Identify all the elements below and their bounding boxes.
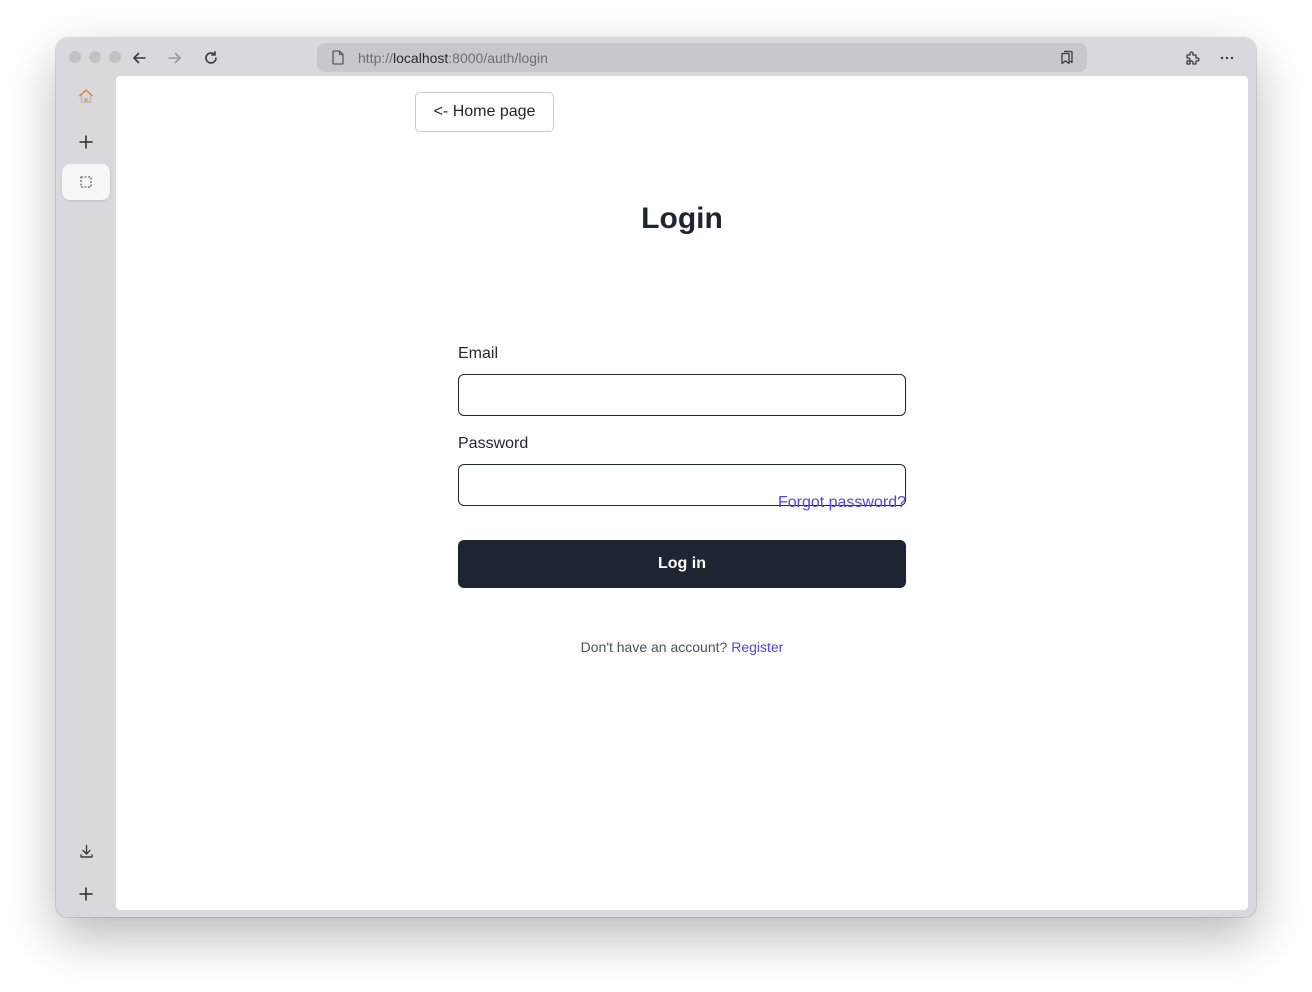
more-icon <box>1220 56 1234 60</box>
sidebar-home-button[interactable] <box>62 78 110 114</box>
sidebar-tab-active[interactable] <box>62 164 110 200</box>
email-label: Email <box>458 345 499 362</box>
back-button[interactable] <box>127 46 151 70</box>
sidebar-new-tab-button[interactable] <box>62 124 110 160</box>
url-path: :8000/auth/login <box>448 50 548 66</box>
plus-icon <box>79 887 93 901</box>
url-prefix: http:// <box>358 50 394 66</box>
home-icon <box>79 89 93 103</box>
forgot-password-link[interactable]: Forgot password? <box>778 494 906 512</box>
url-host: localhost <box>393 50 449 66</box>
email-input[interactable] <box>458 374 906 416</box>
url-text: http://localhost:8000/auth/login <box>358 50 548 66</box>
sidebar-add-button[interactable] <box>62 876 110 912</box>
password-label: Password <box>458 435 529 452</box>
close-window-button[interactable] <box>69 51 81 63</box>
download-icon <box>79 844 93 858</box>
browser-toolbar: http://localhost:8000/auth/login <box>56 38 1256 76</box>
arrow-left-icon <box>133 52 146 64</box>
puzzle-icon <box>1185 50 1200 65</box>
browser-window: http://localhost:8000/auth/login <- Home… <box>56 38 1256 917</box>
home-page-button[interactable]: <- Home page <box>415 92 554 132</box>
address-bar[interactable]: http://localhost:8000/auth/login <box>317 43 1087 72</box>
register-prompt-line: Don't have an account? Register <box>116 639 1248 655</box>
extensions-button[interactable] <box>1180 46 1204 70</box>
page-icon <box>332 50 344 65</box>
forward-button[interactable] <box>163 46 187 70</box>
tab-placeholder-icon <box>80 176 92 188</box>
page-title: Login <box>641 202 723 235</box>
minimize-window-button[interactable] <box>89 51 101 63</box>
register-link[interactable]: Register <box>731 639 783 655</box>
login-button[interactable]: Log in <box>458 540 906 588</box>
reload-icon <box>205 51 217 64</box>
zoom-window-button[interactable] <box>109 51 121 63</box>
page-content: <- Home page Login Email Password Forgot… <box>116 76 1248 910</box>
more-menu-button[interactable] <box>1215 46 1239 70</box>
arrow-right-icon <box>168 52 181 64</box>
plus-icon <box>79 135 93 149</box>
reload-button[interactable] <box>199 46 223 70</box>
register-prompt: Don't have an account? <box>580 639 728 655</box>
sidebar-downloads-button[interactable] <box>62 833 110 869</box>
bookmark-icon[interactable] <box>1059 49 1075 65</box>
